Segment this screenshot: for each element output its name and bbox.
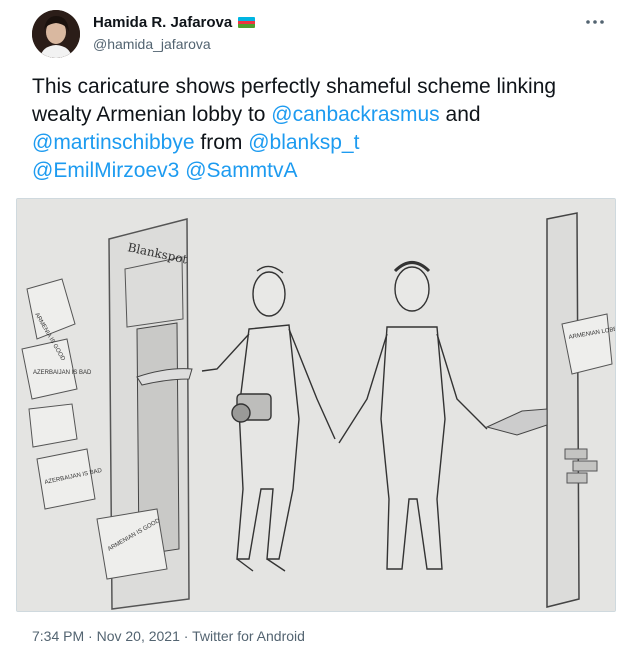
meta-separator: ·	[179, 628, 193, 644]
mention-link[interactable]: @martinschibbye	[32, 131, 195, 154]
tweet-text-from: from	[194, 131, 249, 154]
mention-link[interactable]: @canbackrasmus	[271, 103, 439, 126]
note-text: AZERBAIJAN IS BAD	[33, 370, 92, 376]
azerbaijan-flag-icon	[238, 17, 256, 28]
more-options-icon[interactable]	[583, 12, 607, 32]
tweet-image[interactable]: Blankspot ARMENIA IS GOOD AZERBAIJAN IS …	[16, 198, 616, 612]
author-handle[interactable]: @hamida_jafarova	[93, 36, 211, 52]
tweet-date[interactable]: Nov 20, 2021	[97, 628, 180, 644]
tweet-time[interactable]: 7:34 PM	[32, 628, 84, 644]
tweet-source[interactable]: Twitter for Android	[192, 628, 305, 644]
tweet-card: Hamida R. Jafarova @hamida_jafarova This…	[0, 0, 631, 649]
avatar[interactable]	[32, 10, 80, 58]
tweet-text: This caricature shows perfectly shameful…	[32, 73, 612, 185]
avatar-image	[32, 10, 80, 58]
author-name[interactable]: Hamida R. Jafarova	[93, 14, 232, 31]
meta-separator: ·	[84, 628, 97, 644]
mention-link[interactable]: @SammtvA	[185, 159, 297, 182]
mention-link[interactable]: @blanksp_t	[248, 131, 359, 154]
author-name-row: Hamida R. Jafarova	[93, 14, 256, 31]
tweet-meta: 7:34 PM · Nov 20, 2021 · Twitter for And…	[32, 628, 305, 644]
mention-link[interactable]: @EmilMirzoev3	[32, 159, 179, 182]
tweet-text-and: and	[439, 103, 481, 126]
caricature-drawing: Blankspot ARMENIA IS GOOD AZERBAIJAN IS …	[17, 199, 615, 611]
